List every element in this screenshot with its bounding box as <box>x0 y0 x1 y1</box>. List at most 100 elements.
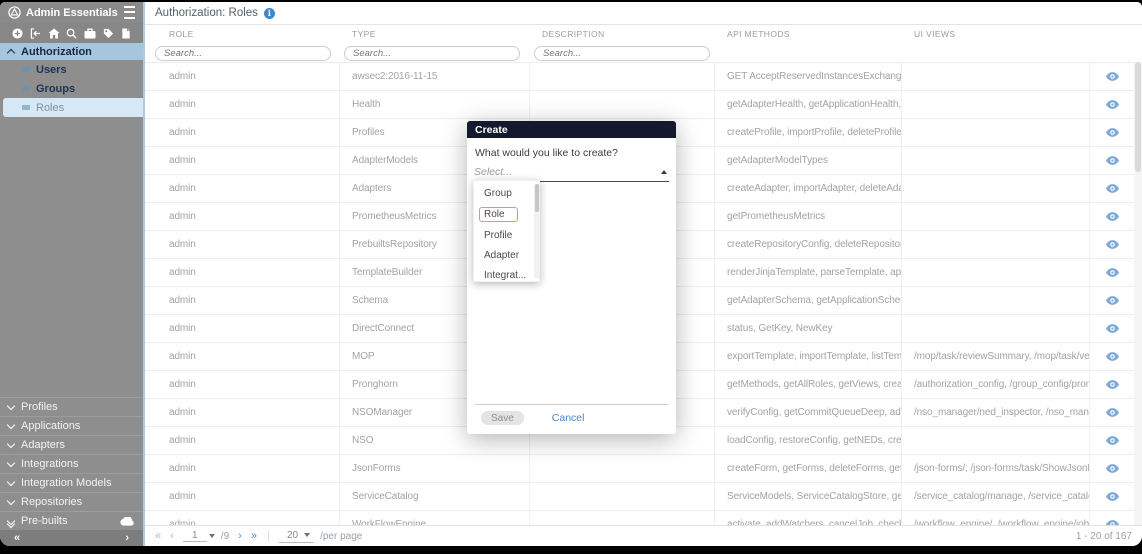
option-label: Group <box>484 188 512 199</box>
table-row[interactable]: admin JsonForms createForm, getForms, de… <box>145 455 1142 483</box>
first-page-icon[interactable]: « <box>155 530 161 542</box>
select-dropdown: Group Role Profile Adapter Integrat... <box>473 180 540 282</box>
view-icon[interactable] <box>1105 212 1119 221</box>
column-header-api-methods: API METHODS <box>727 28 790 39</box>
prev-page-icon[interactable]: ‹ <box>170 530 174 542</box>
sidebar-section-integrations[interactable]: Integrations <box>0 454 143 473</box>
item-label: Users <box>36 63 67 76</box>
item-square-icon <box>22 86 30 91</box>
per-page-select[interactable]: 20 <box>278 529 315 543</box>
per-page-caret-icon <box>304 533 311 537</box>
view-icon[interactable] <box>1105 296 1119 305</box>
cell-ui-views <box>902 119 1090 146</box>
dropdown-option-role[interactable]: Role <box>474 207 539 222</box>
dropdown-option-group[interactable]: Group <box>474 187 539 200</box>
next-page-icon[interactable]: › <box>238 530 242 542</box>
view-icon[interactable] <box>1105 436 1119 445</box>
page-number-input[interactable] <box>182 530 207 542</box>
dropdown-option-adapter[interactable]: Adapter <box>474 249 539 262</box>
sidebar-section-adapters[interactable]: Adapters <box>0 435 143 454</box>
sidebar-section-applications[interactable]: Applications <box>0 416 143 435</box>
pagination-range: 1 - 20 of 167 <box>1075 530 1132 542</box>
sidebar-footer: « › <box>0 530 143 546</box>
cell-role: admin <box>145 203 340 230</box>
view-icon[interactable] <box>1105 240 1119 249</box>
sidebar-section-profiles[interactable]: Profiles <box>0 397 143 416</box>
view-icon[interactable] <box>1105 352 1119 361</box>
cell-api-methods: status, GetKey, NewKey <box>715 315 902 342</box>
tag-icon[interactable] <box>103 28 114 39</box>
sidebar-item-roles[interactable]: Roles <box>3 98 143 117</box>
add-icon[interactable] <box>12 27 23 39</box>
dropdown-scrollbar[interactable] <box>534 184 539 278</box>
table-row[interactable]: admin Health getAdapterHealth, getApplic… <box>145 91 1142 119</box>
cell-api-methods: getAdapterSchema, getApplicationSchema, … <box>715 287 902 314</box>
sidebar-sections: Profiles Applications Adapters Integrations… <box>0 397 143 530</box>
cell-role: admin <box>145 483 340 510</box>
cell-api-methods: exportTemplate, importTemplate, listTemp… <box>715 343 902 370</box>
section-label: Pre-builts <box>21 515 68 527</box>
hamburger-menu-icon[interactable] <box>124 6 135 19</box>
save-button[interactable]: Save <box>481 411 524 425</box>
cell-api-methods: getPrometheusMetrics <box>715 203 902 230</box>
sidebar-section-repositories[interactable]: Repositories <box>0 492 143 511</box>
sidebar-collapse-icon[interactable]: « <box>14 532 20 544</box>
search-icon[interactable] <box>66 28 78 39</box>
table-scrollbar[interactable] <box>1134 62 1142 525</box>
table-row[interactable]: admin awsec2:2016-11-15 GET AcceptReserv… <box>145 63 1142 91</box>
view-icon[interactable] <box>1105 128 1119 137</box>
page-dropdown-caret-icon[interactable] <box>208 534 215 538</box>
briefcase-icon[interactable] <box>84 28 96 39</box>
dropdown-option-profile[interactable]: Profile <box>474 229 539 242</box>
section-label: Adapters <box>21 439 66 451</box>
cell-api-methods: createProfile, importProfile, deleteProf… <box>715 119 902 146</box>
cell-description <box>530 455 715 482</box>
per-page-label: /per page <box>320 530 363 542</box>
home-icon[interactable] <box>48 28 60 39</box>
sidebar-section-authorization[interactable]: Authorization <box>0 43 143 60</box>
cell-ui-views <box>902 287 1090 314</box>
last-page-icon[interactable]: » <box>251 530 257 542</box>
scrollbar-thumb[interactable] <box>1135 62 1141 172</box>
view-icon[interactable] <box>1105 156 1119 165</box>
page-titlebar: Authorization: Roles i <box>145 2 1142 25</box>
sidebar-item-users[interactable]: Users <box>0 60 143 79</box>
type-search-input[interactable] <box>344 46 520 61</box>
dropdown-option-integrat[interactable]: Integrat... <box>474 269 539 282</box>
sidebar-expand-icon[interactable]: › <box>125 532 129 544</box>
sidebar-section-integration-models[interactable]: Integration Models <box>0 473 143 492</box>
logout-icon[interactable] <box>30 27 41 39</box>
view-icon[interactable] <box>1105 324 1119 333</box>
cell-api-methods: createAdapter, importAdapter, deleteAdap… <box>715 175 902 202</box>
view-icon[interactable] <box>1105 380 1119 389</box>
cell-ui-views: /mop/task/reviewSummary, /mop/task/veri.… <box>902 343 1090 370</box>
view-icon[interactable] <box>1105 408 1119 417</box>
modal-footer: Save Cancel <box>475 404 668 434</box>
view-icon[interactable] <box>1105 464 1119 473</box>
sidebar: Admin Essentials Authorization Users Gro… <box>0 2 145 546</box>
sidebar-item-groups[interactable]: Groups <box>0 79 143 98</box>
cell-ui-views <box>902 231 1090 258</box>
table-row[interactable]: admin ServiceCatalog ServiceModels, Serv… <box>145 483 1142 511</box>
cell-api-methods: createForm, getForms, deleteForms, getFo… <box>715 455 902 482</box>
cell-role: admin <box>145 287 340 314</box>
role-search-input[interactable] <box>155 46 331 61</box>
info-icon[interactable]: i <box>263 7 275 19</box>
view-icon[interactable] <box>1105 100 1119 109</box>
sidebar-toolbar <box>0 23 143 43</box>
view-icon[interactable] <box>1105 184 1119 193</box>
description-search-input[interactable] <box>534 46 710 61</box>
sidebar-section-pre-builts[interactable]: Pre-builts <box>0 511 143 530</box>
table-search-row <box>145 42 1142 62</box>
view-icon[interactable] <box>1105 492 1119 501</box>
cancel-button[interactable]: Cancel <box>552 412 585 424</box>
view-icon[interactable] <box>1105 72 1119 81</box>
file-icon[interactable] <box>121 27 131 39</box>
app-window: Admin Essentials Authorization Users Gro… <box>0 2 1142 546</box>
table-row[interactable]: admin WorkFlowEngine activate, addWatche… <box>145 511 1142 525</box>
dropdown-scrollbar-thumb[interactable] <box>534 184 539 212</box>
app-logo-icon <box>8 6 21 19</box>
per-page-value: 20 <box>286 529 299 541</box>
view-icon[interactable] <box>1105 268 1119 277</box>
cell-role: admin <box>145 455 340 482</box>
